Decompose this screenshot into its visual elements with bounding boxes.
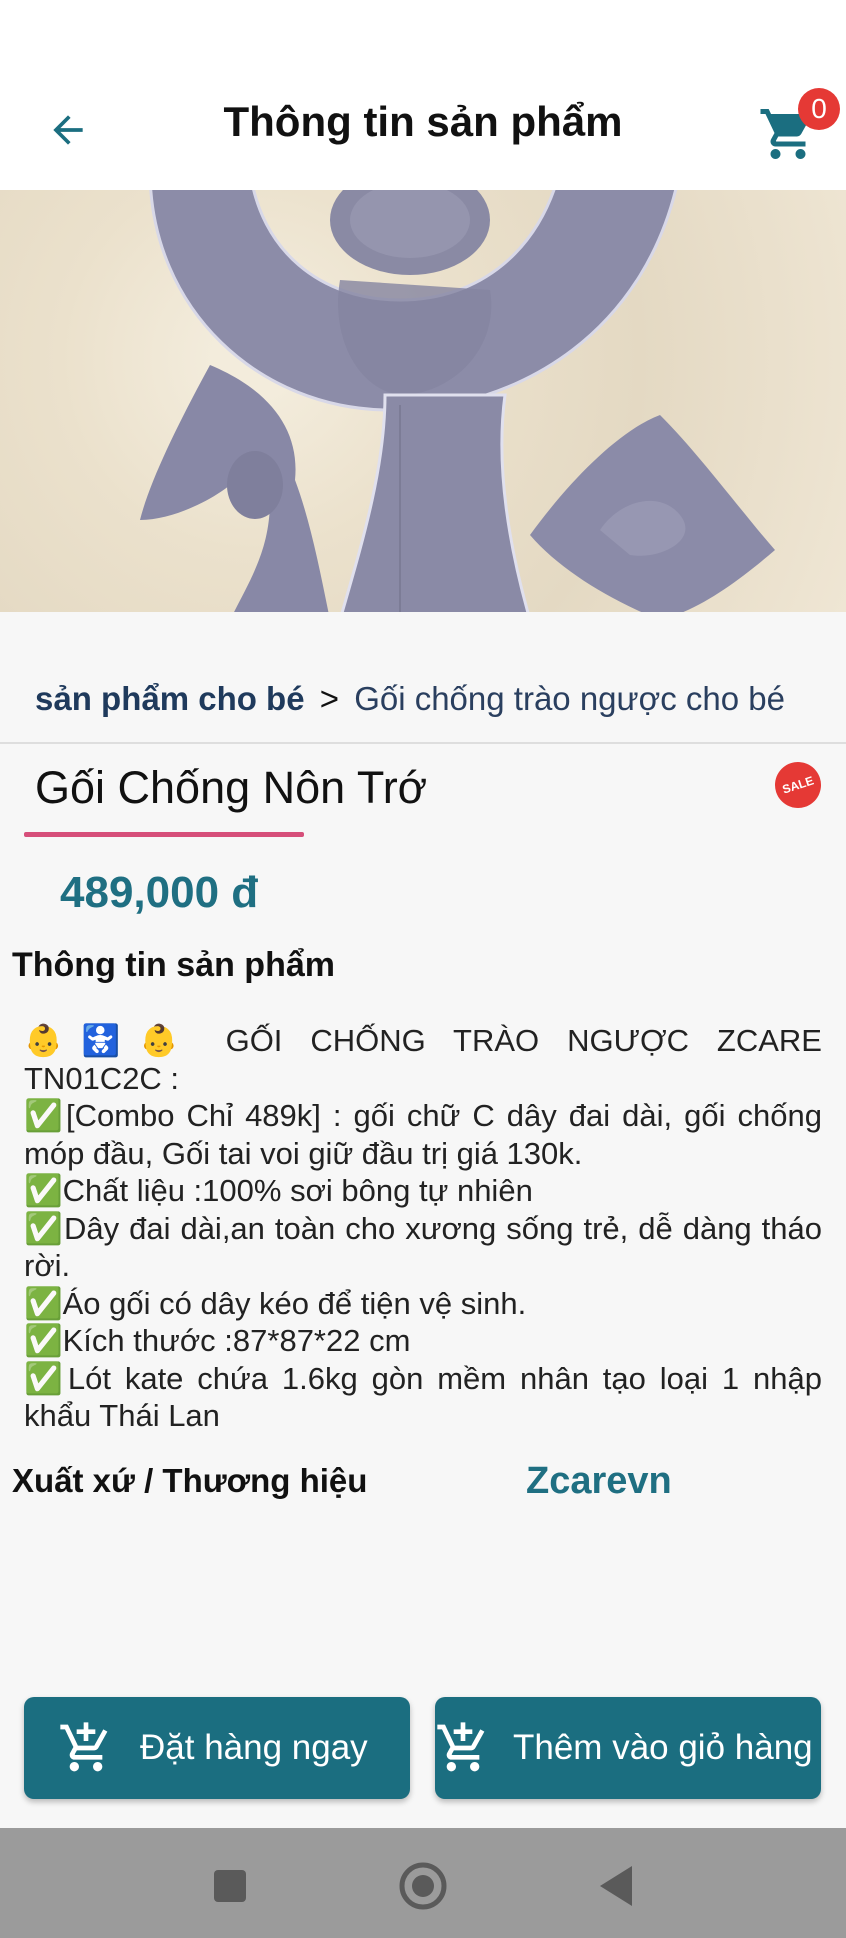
cart-count-badge: 0 <box>798 88 840 130</box>
description-line: ✅[Combo Chỉ 489k] : gối chữ C dây đai dà… <box>24 1098 822 1171</box>
pillow-image <box>140 190 775 612</box>
order-now-label: Đặt hàng ngay <box>140 1728 368 1767</box>
origin-label: Xuất xứ / Thương hiệu <box>12 1462 368 1499</box>
triangle-back-icon <box>600 1866 632 1906</box>
system-nav-bar <box>0 1828 846 1938</box>
divider <box>0 742 846 744</box>
cart-plus-icon <box>437 1722 485 1772</box>
square-icon <box>214 1870 246 1902</box>
add-to-cart-label: Thêm vào giỏ hàng <box>513 1728 813 1767</box>
cart-plus-icon <box>60 1722 108 1772</box>
description-line: 👶🚼👶 GỐI CHỐNG TRÀO NGƯỢC ZCARE <box>24 1023 822 1058</box>
circle-icon <box>399 1862 447 1910</box>
order-now-button[interactable]: Đặt hàng ngay <box>24 1697 410 1799</box>
nav-back-button[interactable] <box>586 1856 646 1916</box>
breadcrumb: sản phẩm cho bé > Gối chống trào ngược c… <box>35 680 785 718</box>
product-info-heading: Thông tin sản phẩm <box>12 946 335 984</box>
product-price: 489,000 đ <box>60 868 259 917</box>
product-name: Gối Chống Nôn Trớ <box>35 762 428 813</box>
breadcrumb-category[interactable]: sản phẩm cho bé <box>35 680 305 717</box>
description-line: ✅Áo gối có dây kéo để tiện vệ sinh. <box>24 1285 527 1321</box>
breadcrumb-subcategory[interactable]: Gối chống trào ngược cho bé <box>354 680 785 717</box>
breadcrumb-separator: > <box>319 680 340 717</box>
nav-recents-button[interactable] <box>200 1856 260 1916</box>
description-line: TN01C2C : <box>24 1060 180 1096</box>
add-to-cart-button[interactable]: Thêm vào giỏ hàng <box>435 1697 821 1799</box>
app-header: Thông tin sản phẩm 0 <box>0 80 846 190</box>
product-image[interactable] <box>0 190 846 612</box>
name-underline <box>24 832 304 837</box>
nav-home-button[interactable] <box>393 1856 453 1916</box>
description-line: ✅Chất liệu :100% sơi bông tự nhiên <box>24 1173 533 1208</box>
description-line: ✅Dây đai dài,an toàn cho xương sống trẻ,… <box>24 1210 822 1284</box>
description-line: ✅Lót kate chứa 1.6kg gòn mềm nhân tạo lo… <box>24 1360 822 1434</box>
origin-value[interactable]: Zcarevn <box>526 1460 672 1503</box>
cart-button[interactable]: 0 <box>758 88 840 166</box>
page-title: Thông tin sản phẩm <box>223 98 623 145</box>
product-description: 👶🚼👶 GỐI CHỐNG TRÀO NGƯỢC ZCARE TN01C2C :… <box>24 1022 822 1435</box>
description-line: ✅Kích thước :87*87*22 cm <box>24 1323 411 1358</box>
sale-badge: SALE <box>769 756 827 814</box>
status-bar <box>0 0 846 80</box>
